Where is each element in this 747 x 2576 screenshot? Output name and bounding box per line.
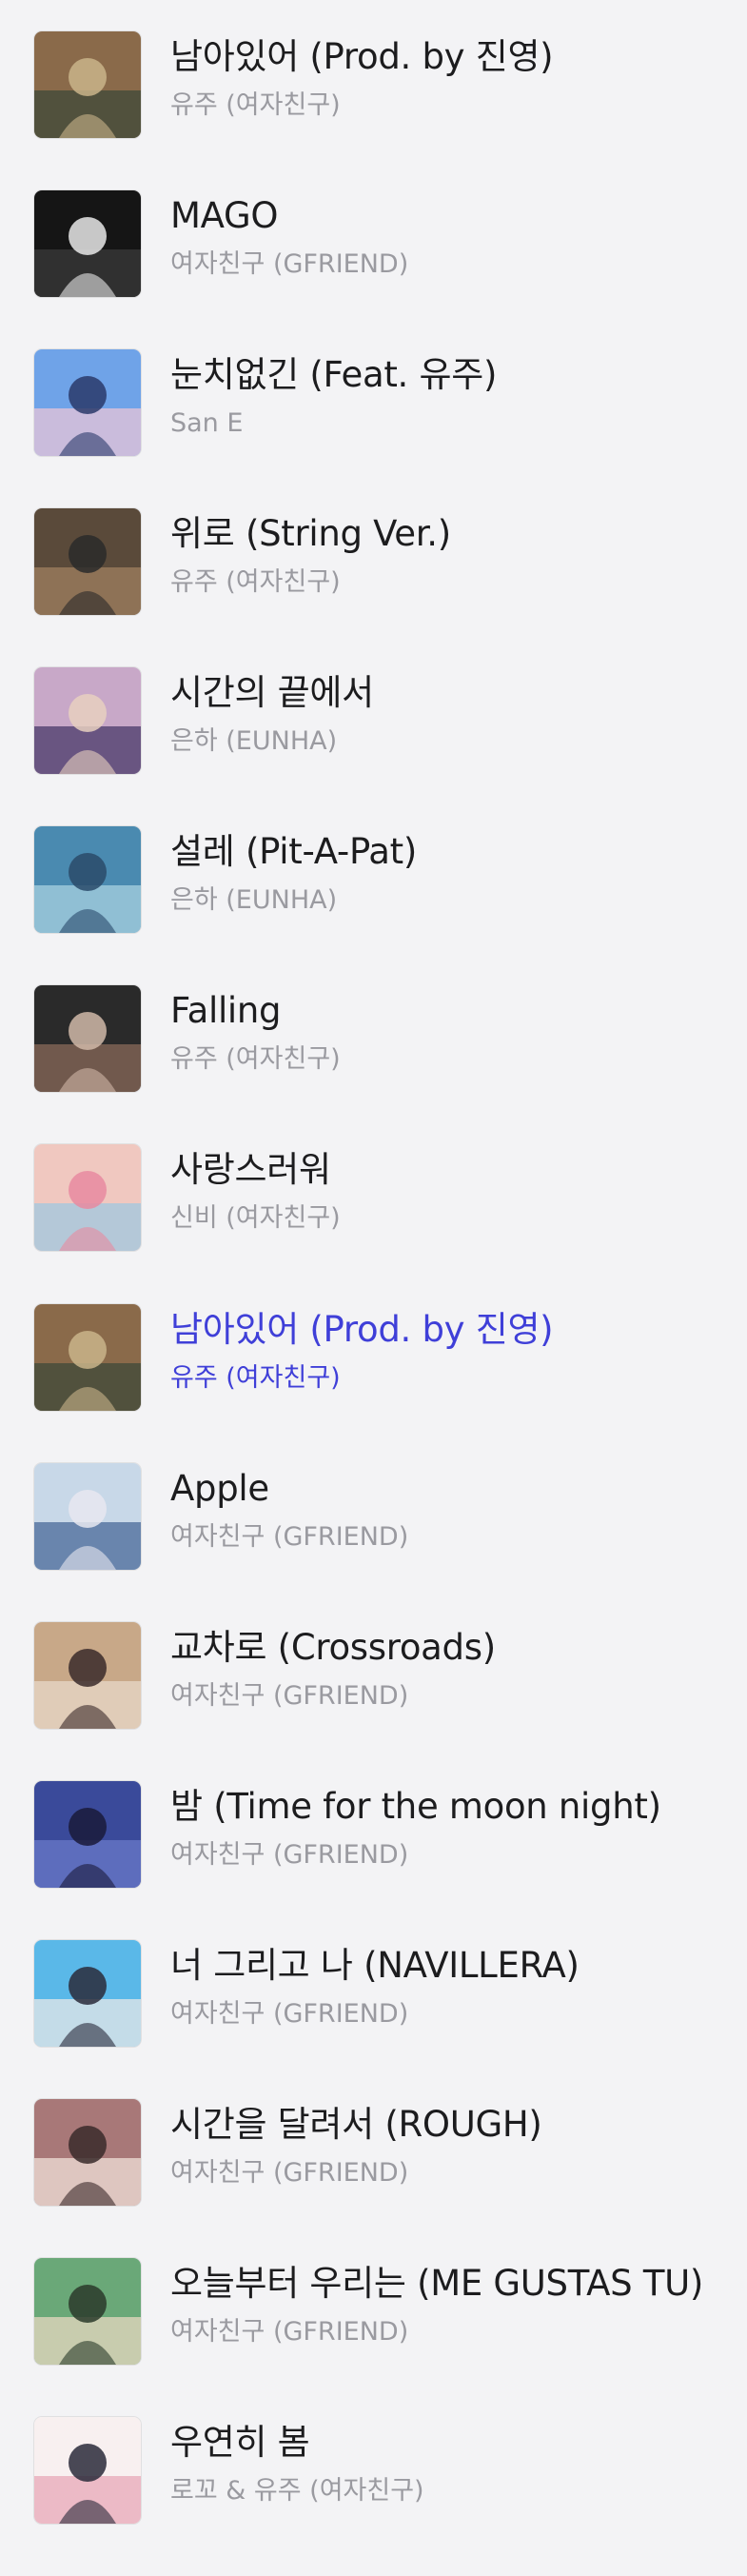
track-row[interactable]: 밤 (Time for the moon night) 여자친구 (GFRIEND… [0, 1781, 747, 1940]
track-title: 눈치없긴 (Feat. 유주) [170, 354, 498, 395]
track-row[interactable]: MAGO 여자친구 (GFRIEND) [0, 190, 747, 349]
track-artist: 유주 (여자친구) [170, 567, 341, 597]
track-row[interactable]: 교차로 (Crossroads) 여자친구 (GFRIEND) [0, 1622, 747, 1781]
cover-art-icon [34, 1940, 141, 2047]
track-row[interactable]: 오늘부터 우리는 (ME GUSTAS TU) 여자친구 (GFRIEND) [0, 2258, 747, 2417]
track-row[interactable]: 시간의 끝에서은하 (EUNHA) [0, 667, 747, 826]
album-cover-thumbnail [34, 2099, 141, 2206]
album-cover-thumbnail [34, 1304, 141, 1411]
track-row[interactable]: 남아있어 (Prod. by 진영) 유주 (여자친구) [0, 31, 747, 190]
cover-art-icon [34, 31, 141, 138]
track-artist: 여자친구 (GFRIEND) [170, 249, 409, 279]
album-cover-thumbnail [34, 2258, 141, 2365]
track-artist: 로꼬 & 유주 (여자친구) [170, 2476, 424, 2506]
track-artist: 여자친구 (GFRIEND) [170, 1999, 409, 2029]
track-title: Falling [170, 990, 282, 1031]
track-row[interactable]: 눈치없긴 (Feat. 유주) San E [0, 349, 747, 508]
album-cover-thumbnail [34, 1463, 141, 1570]
track-artist: 여자친구 (GFRIEND) [170, 1840, 409, 1870]
track-row[interactable]: 사랑스러워신비 (여자친구) [0, 1144, 747, 1303]
cover-art-icon [34, 508, 141, 615]
track-title: Apple [170, 1468, 269, 1509]
track-title: 너 그리고 나 (NAVILLERA) [170, 1945, 580, 1986]
track-list: 남아있어 (Prod. by 진영) 유주 (여자친구) MAGO 여자친구 (GFR… [0, 0, 747, 2563]
track-row[interactable]: Falling 유주 (여자친구) [0, 985, 747, 1144]
cover-art-icon [34, 349, 141, 456]
album-cover-thumbnail [34, 508, 141, 615]
cover-art-icon [34, 2099, 141, 2206]
album-cover-thumbnail [34, 826, 141, 933]
track-artist: 여자친구 (GFRIEND) [170, 2158, 409, 2188]
album-cover-thumbnail [34, 985, 141, 1092]
track-artist: San E [170, 408, 244, 438]
track-title: 밤 (Time for the moon night) [170, 1786, 661, 1827]
track-title: 우연히 봄 [170, 2422, 310, 2463]
track-title: 설레 (Pit-A-Pat) [170, 831, 418, 872]
track-title: 시간의 끝에서 [170, 672, 374, 713]
track-row-now-playing[interactable]: 남아있어 (Prod. by 진영) 유주 (여자친구) [0, 1304, 747, 1463]
track-title: 남아있어 (Prod. by 진영) [170, 36, 554, 77]
track-title: 교차로 (Crossroads) [170, 1627, 496, 1668]
track-title: MAGO [170, 195, 279, 236]
track-artist: 신비 (여자친구) [170, 1203, 341, 1233]
album-cover-thumbnail [34, 2417, 141, 2524]
track-artist: 유주 (여자친구) [170, 90, 341, 120]
cover-art-icon [34, 2417, 141, 2524]
track-title: 위로 (String Ver.) [170, 513, 451, 554]
track-title: 시간을 달려서 (ROUGH) [170, 2104, 542, 2145]
track-title: 사랑스러워 [170, 1149, 331, 1190]
cover-art-icon [34, 1622, 141, 1729]
track-row[interactable]: 시간을 달려서 (ROUGH) 여자친구 (GFRIEND) [0, 2099, 747, 2258]
album-cover-thumbnail [34, 190, 141, 297]
album-cover-thumbnail [34, 1144, 141, 1251]
cover-art-icon [34, 1781, 141, 1888]
cover-art-icon [34, 190, 141, 297]
cover-art-icon [34, 1463, 141, 1570]
album-cover-thumbnail [34, 1781, 141, 1888]
track-artist: 은하 (EUNHA) [170, 726, 338, 756]
cover-art-icon [34, 667, 141, 774]
album-cover-thumbnail [34, 31, 141, 138]
track-artist: 은하 (EUNHA) [170, 885, 338, 915]
cover-art-icon [34, 1144, 141, 1251]
cover-art-icon [34, 985, 141, 1092]
track-artist: 여자친구 (GFRIEND) [170, 1681, 409, 1711]
track-title: 남아있어 (Prod. by 진영) [170, 1309, 554, 1350]
track-title: 오늘부터 우리는 (ME GUSTAS TU) [170, 2263, 704, 2304]
track-artist: 유주 (여자친구) [170, 1044, 341, 1074]
track-row[interactable]: 너 그리고 나 (NAVILLERA) 여자친구 (GFRIEND) [0, 1940, 747, 2099]
album-cover-thumbnail [34, 1940, 141, 2047]
track-row[interactable]: 위로 (String Ver.) 유주 (여자친구) [0, 508, 747, 667]
track-row[interactable]: Apple 여자친구 (GFRIEND) [0, 1463, 747, 1622]
track-artist: 여자친구 (GFRIEND) [170, 2317, 409, 2347]
cover-art-icon [34, 2258, 141, 2365]
cover-art-icon [34, 826, 141, 933]
cover-art-icon [34, 1304, 141, 1411]
track-artist: 유주 (여자친구) [170, 1363, 341, 1393]
track-artist: 여자친구 (GFRIEND) [170, 1522, 409, 1552]
track-row[interactable]: 우연히 봄로꼬 & 유주 (여자친구) [0, 2417, 747, 2576]
album-cover-thumbnail [34, 667, 141, 774]
track-row[interactable]: 설레 (Pit-A-Pat) 은하 (EUNHA) [0, 826, 747, 985]
album-cover-thumbnail [34, 1622, 141, 1729]
album-cover-thumbnail [34, 349, 141, 456]
